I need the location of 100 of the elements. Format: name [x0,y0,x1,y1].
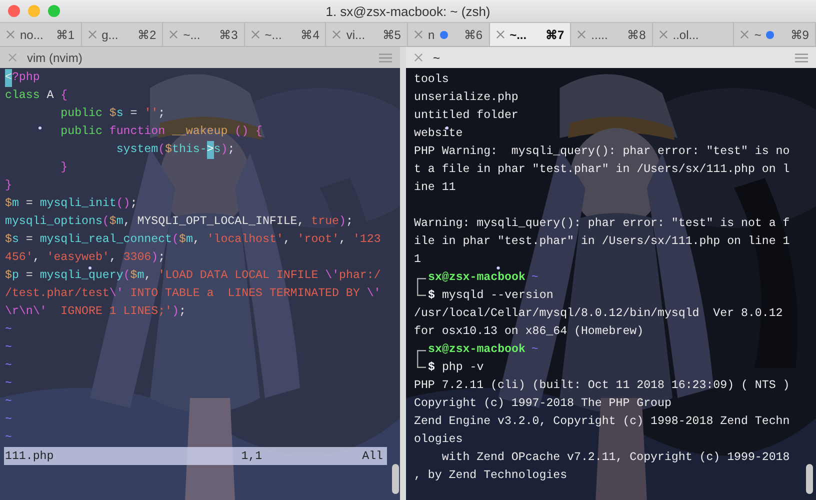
code-token: ; [228,142,235,158]
code-token: public [60,124,102,140]
scrollbar-thumb[interactable] [392,464,399,494]
code-token: p [12,268,19,284]
output-line: Copyright (c) 1997-2018 The PHP Group [414,396,672,412]
code-token: ; [158,106,166,122]
output-line: PHP 7.2.11 (cli) (built: Oct 11 2018 16:23:09) ( NTS ) [414,378,790,394]
code-token: $ [5,268,12,284]
prompt-symbol: $ [428,288,435,304]
code-token: '123 [352,232,381,248]
code-token: , MYSQLI_OPT_LOCAL_INFILE, [123,214,306,230]
tab[interactable]: ..... ⌘8 [571,23,653,46]
tab[interactable]: vi... ⌘5 [326,23,408,46]
output-line: PHP Warning: mysqli_query(): phar error: "test" is no [414,144,790,160]
close-window-button[interactable] [8,5,20,17]
zoom-window-button[interactable] [48,5,60,17]
close-icon[interactable] [414,30,423,39]
code-token: this- [172,142,207,158]
close-icon[interactable] [88,30,97,39]
bracket-line-icon [417,287,426,296]
code-token: , [32,250,41,266]
menu-icon[interactable] [379,52,392,62]
close-icon[interactable] [414,53,423,62]
code-token: s [12,232,19,248]
code-token: ) [151,250,158,266]
tab-shortcut: ⌘4 [300,28,320,42]
prompt-user: sx@zsx-macbook [428,342,526,358]
close-icon[interactable] [169,30,178,39]
code-token: 3306 [123,250,152,266]
code-token: system [115,142,158,158]
code-token: m [12,196,19,212]
bracket-line-icon [417,359,426,368]
code-token: m [116,214,124,230]
code-token: 'easyweb' [46,250,110,266]
code-token: = [24,268,34,284]
code-token: } [5,178,12,194]
close-icon[interactable] [740,30,750,39]
close-icon[interactable] [658,30,668,39]
close-icon[interactable] [577,30,586,39]
bracket-line-icon [417,350,426,359]
code-token: ) [339,214,346,230]
code-token: { [60,88,68,104]
prompt-path: ~ [531,270,538,286]
close-icon[interactable] [496,30,505,39]
tab-label: no... [20,28,44,42]
code-token: function [108,124,166,140]
code-token: mysqli_options [5,214,102,230]
empty-line-marker: ~ [5,340,12,356]
prompt-user: sx@zsx-macbook [428,270,526,286]
close-icon[interactable] [6,30,15,39]
code-token: true [311,214,340,230]
code-token: ( [102,214,110,230]
tab-shortcut: ⌘7 [545,28,564,42]
code-token: ; [178,304,186,320]
tab-shortcut: ⌘3 [219,28,238,42]
tab[interactable]: ~ ⌘9 [734,23,816,46]
code-token: ( [172,232,179,248]
pane-title: ~ [433,50,442,64]
minimize-window-button[interactable] [28,5,40,17]
code-token: s [214,142,221,158]
code-token: () [116,196,130,212]
output-line: website [414,126,463,142]
code-token: 456' [5,250,33,266]
code-token: A [46,88,55,104]
code-token: ; [130,196,138,212]
menu-icon[interactable] [795,52,808,62]
tab-label: n [428,28,435,42]
tab-shortcut: ⌘6 [464,28,483,42]
output-line: Warning: mysqli_query(): phar error: "test" is not a f [414,216,790,232]
scrollbar-thumb[interactable] [806,464,813,494]
tab[interactable]: ~... ⌘4 [244,23,326,46]
code-token: = [24,196,34,212]
output-line: /usr/local/Cellar/mysql/8.0.12/bin/mysqld Ver 8.0.12 [414,306,783,322]
prompt-symbol: $ [428,360,435,376]
pane-title: vim (nvim) [27,50,84,64]
tab-label: ~... [264,28,282,42]
text-cursor: < [5,69,12,87]
close-icon[interactable] [8,53,17,62]
code-token: $ [130,268,138,284]
code-token: public [60,106,104,122]
code-token: , [192,232,201,248]
tab[interactable]: ..ol... [652,23,734,46]
empty-line-marker: ~ [5,322,12,338]
tab[interactable]: ~... ⌘3 [163,23,245,46]
cursor-position: 1,1 [241,450,262,462]
prompt-path: ~ [531,342,538,358]
tab-label: g... [102,28,118,42]
tab-label: ..ol... [672,28,699,42]
tab[interactable]: g... ⌘2 [82,23,164,46]
code-token: , [339,232,348,248]
close-icon[interactable] [332,30,342,39]
tab[interactable]: no... ⌘1 [0,23,82,46]
code-token: $ [5,232,12,248]
output-line: ile in phar "test.phar" in /Users/sx/111.php on line 1 [414,234,790,250]
close-icon[interactable] [250,30,260,39]
bracket-line-icon [417,278,426,287]
code-token: \' [109,286,124,302]
tab[interactable]: ~... ⌘7 [490,23,572,46]
output-line: t a file in phar "test.phar" in /Users/sx/111.php on l [414,162,790,178]
code-token: s [116,106,124,122]
